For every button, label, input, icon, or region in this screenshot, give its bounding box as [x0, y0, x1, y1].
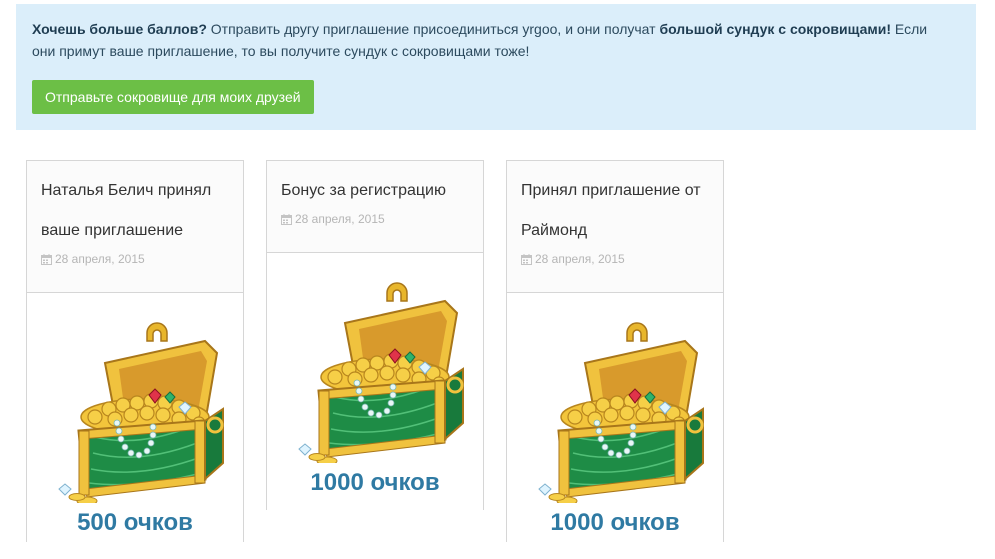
- card-title: Наталья Белич принял ваше приглашение: [41, 171, 229, 251]
- card-body: 1000 очков: [267, 253, 483, 519]
- invite-banner: Хочешь больше баллов? Отправить другу пр…: [16, 4, 976, 130]
- card-title: Бонус за регистрацию: [281, 171, 469, 211]
- invite-lead: Хочешь больше баллов?: [32, 21, 207, 37]
- card-title-line: Бонус за регистрацию: [281, 182, 446, 199]
- card-header: Наталья Белич принял ваше приглашение 28…: [27, 171, 243, 293]
- card-date: 28 апреля, 2015: [41, 251, 229, 267]
- card-title-line: Наталья Белич принял: [41, 182, 212, 199]
- card-date-text: 28 апреля, 2015: [535, 252, 625, 266]
- card-points: 1000 очков: [310, 469, 440, 496]
- card-points: 500 очков: [77, 509, 193, 536]
- card-header: Принял приглашение от Раймонд 28 апреля,…: [507, 171, 723, 293]
- card-title-line: ваше приглашение: [41, 222, 184, 239]
- reward-card: Наталья Белич принял ваше приглашение 28…: [26, 160, 244, 551]
- card-date: 28 апреля, 2015: [281, 211, 469, 227]
- invite-chest-text: большой сундук с сокровищами!: [659, 21, 892, 37]
- treasure-chest-image: [297, 281, 465, 463]
- card-date-text: 28 апреля, 2015: [55, 252, 145, 266]
- calendar-icon: [281, 213, 292, 225]
- card-title: Принял приглашение от Раймонд: [521, 171, 709, 251]
- card-date-text: 28 апреля, 2015: [295, 212, 385, 226]
- reward-card: Бонус за регистрацию 28 апреля, 2015 100…: [266, 160, 484, 519]
- invite-text-a: Отправить другу приглашение присоединить…: [206, 21, 660, 37]
- card-title-line: Раймонд: [521, 222, 588, 239]
- invite-message: Хочешь больше баллов? Отправить другу пр…: [32, 18, 952, 62]
- send-treasure-button[interactable]: Отправьте сокровище для моих друзей: [32, 80, 314, 114]
- reward-card: Принял приглашение от Раймонд 28 апреля,…: [506, 160, 724, 551]
- calendar-icon: [41, 253, 52, 265]
- card-body: 500 очков: [27, 293, 243, 551]
- calendar-icon: [521, 253, 532, 265]
- card-header: Бонус за регистрацию 28 апреля, 2015: [267, 171, 483, 253]
- card-title-line: Принял приглашение от: [521, 182, 701, 199]
- treasure-chest-image: [537, 321, 705, 503]
- card-date: 28 апреля, 2015: [521, 251, 709, 267]
- treasure-chest-image: [57, 321, 225, 503]
- card-body: 1000 очков: [507, 293, 723, 551]
- card-points: 1000 очков: [550, 509, 680, 536]
